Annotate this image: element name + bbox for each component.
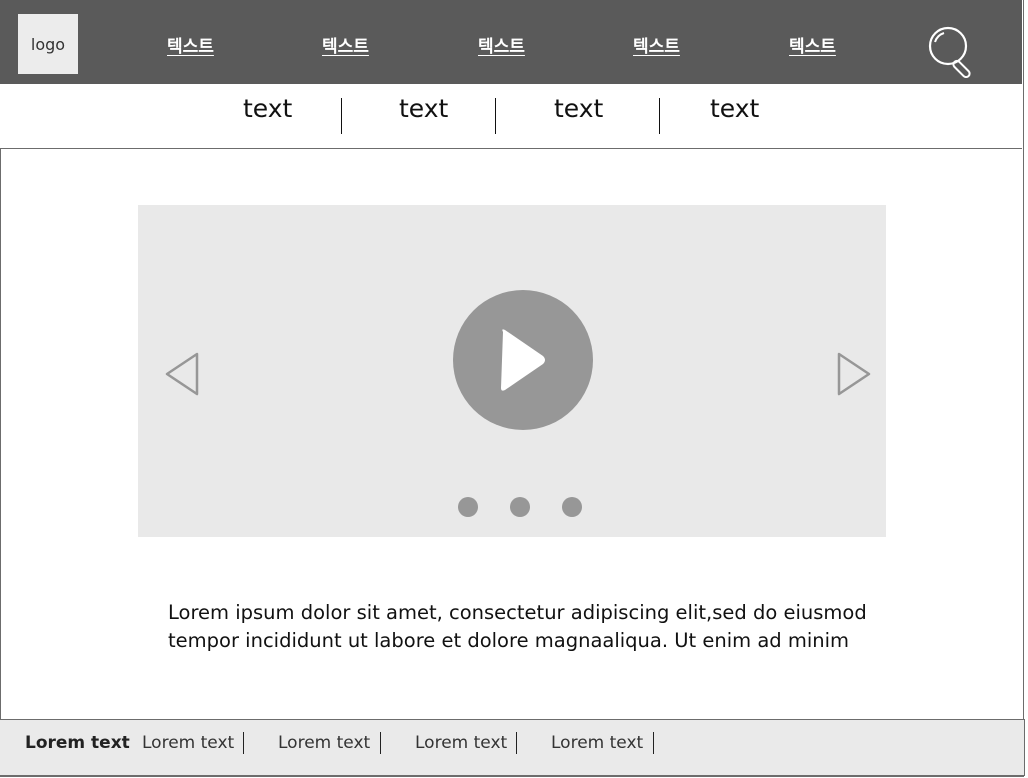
carousel-dot-2[interactable] [510,497,530,517]
logo[interactable]: logo [18,14,78,74]
subnav-item-4[interactable]: text [710,94,759,123]
search-icon[interactable] [926,26,980,79]
nav-item-2[interactable]: 텍스트 [322,32,369,57]
subnav-divider [341,98,342,134]
footer-item-3[interactable]: Lorem text [278,733,370,753]
nav-item-1[interactable]: 텍스트 [167,32,214,57]
carousel-dot-3[interactable] [562,497,582,517]
subnav-divider [495,98,496,134]
footer-item-5[interactable]: Lorem text [551,733,643,753]
chevron-right-icon[interactable] [836,351,872,401]
subnav-item-1[interactable]: text [243,94,292,123]
nav-item-3[interactable]: 텍스트 [478,32,525,57]
subnav-item-3[interactable]: text [554,94,603,123]
footer-divider [380,732,381,754]
footer-item-4[interactable]: Lorem text [415,733,507,753]
carousel-dot-1[interactable] [458,497,478,517]
description-line-2: tempor incididunt ut labore et dolore ma… [168,629,850,652]
footer-divider [516,732,517,754]
subnav-item-2[interactable]: text [399,94,448,123]
play-button[interactable] [453,290,593,430]
play-icon [501,329,545,391]
footer-divider [243,732,244,754]
description-text: Lorem ipsum dolor sit amet, consectetur … [168,599,868,655]
media-carousel [138,205,886,537]
footer-item-2[interactable]: Lorem text [142,733,234,753]
top-nav-bar: logo 텍스트 텍스트 텍스트 텍스트 텍스트 [0,0,1022,84]
subnav-divider [659,98,660,134]
footer-divider [653,732,654,754]
footer-nav: Lorem text Lorem text Lorem text Lorem t… [0,719,1025,776]
nav-item-4[interactable]: 텍스트 [633,32,680,57]
chevron-left-icon[interactable] [164,351,200,401]
nav-item-5[interactable]: 텍스트 [789,32,836,57]
description-line-1: Lorem ipsum dolor sit amet, consectetur … [168,601,867,624]
footer-item-1[interactable]: Lorem text [25,733,130,753]
sub-nav: text text text text [0,84,1022,149]
